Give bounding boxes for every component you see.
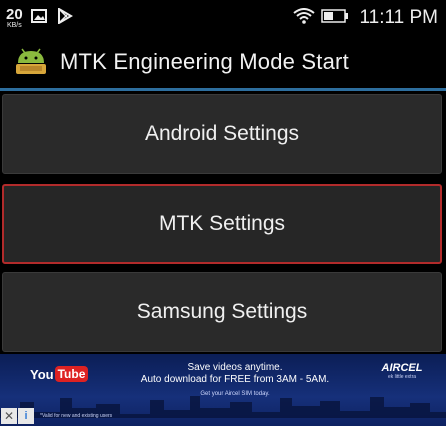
aircel-logo: AIRCEL ek little extra: [370, 362, 434, 380]
youtube-logo-you: You: [30, 366, 54, 382]
screen: 20 KB/s 11:11 PM MTK Engineering Mode St…: [0, 0, 446, 426]
wifi-icon: [293, 7, 316, 29]
android-settings-button[interactable]: Android Settings: [2, 94, 442, 174]
android-settings-label: Android Settings: [144, 122, 300, 145]
ad-cta-text: Get your Aircel SIM today.: [200, 391, 270, 397]
clock: 11:11 PM: [359, 7, 438, 28]
mtk-settings-button[interactable]: MTK Settings: [2, 184, 442, 264]
network-speed-unit: KB/s: [6, 22, 22, 29]
status-bar-left: 20 KB/s: [6, 0, 83, 36]
ad-fine-print: *Valid for new and existing users: [40, 413, 113, 419]
battery-icon: [321, 8, 349, 28]
close-icon[interactable]: ✕: [1, 408, 17, 424]
image-icon: [30, 8, 47, 28]
youtube-logo-tube: Tube: [54, 366, 89, 382]
network-speed: 20 KB/s: [6, 7, 23, 29]
page-title: MTK Engineering Mode Start: [60, 49, 349, 74]
samsung-settings-button[interactable]: Samsung Settings: [2, 272, 442, 352]
youtube-logo: You Tube: [30, 366, 89, 382]
ad-banner[interactable]: You Tube Save videos anytime. Auto downl…: [0, 354, 446, 426]
ad-subline: Auto download for FREE from 3AM - 5AM.: [140, 374, 330, 385]
ad-controls: ✕ i *Valid for new and existing users: [0, 406, 446, 426]
aircel-logo-text: AIRCEL: [381, 362, 423, 374]
network-speed-value: 20: [6, 6, 23, 23]
aircel-tagline: ek little extra: [387, 374, 417, 380]
info-icon[interactable]: i: [18, 408, 34, 424]
status-bar-right: 11:11 PM: [293, 0, 438, 36]
play-store-icon: [57, 6, 73, 29]
android-icon: [12, 47, 50, 77]
ad-headline: Save videos anytime.: [187, 362, 283, 373]
samsung-settings-label: Samsung Settings: [136, 300, 308, 323]
title-divider: [0, 88, 446, 91]
ad-copy: Save videos anytime. Auto download for F…: [110, 362, 360, 399]
status-bar: 20 KB/s 11:11 PM: [0, 0, 446, 36]
action-bar: MTK Engineering Mode Start: [0, 36, 446, 88]
mtk-settings-label: MTK Settings: [158, 212, 286, 235]
